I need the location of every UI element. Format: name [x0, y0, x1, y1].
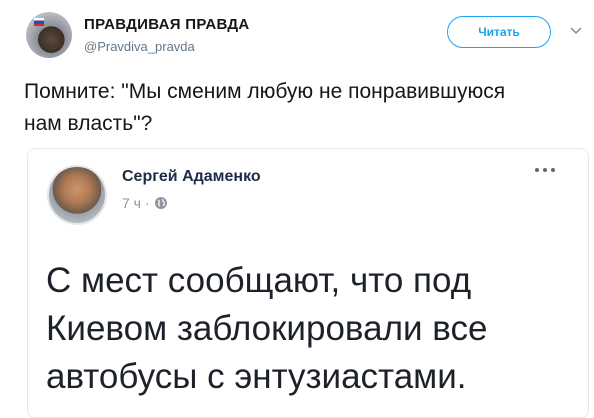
meta-separator: ·	[144, 195, 150, 211]
more-dots-icon[interactable]	[532, 165, 558, 175]
author-avatar[interactable]	[26, 12, 72, 58]
quoted-post-meta: 7 ч ·	[122, 195, 168, 211]
quoted-post-card[interactable]: Сергей Адаменко 7 ч · С мест сообщают, ч…	[27, 148, 589, 418]
flag-icon	[34, 18, 44, 26]
tweet-header: ПРАВДИВАЯ ПРАВДА @Pravdiva_pravda Читать	[20, 10, 590, 62]
author-name[interactable]: ПРАВДИВАЯ ПРАВДА	[84, 16, 250, 33]
chevron-down-icon[interactable]	[569, 26, 583, 36]
follow-button[interactable]: Читать	[447, 16, 551, 48]
quoted-post-text: С мест сообщают, что под Киевом заблокир…	[46, 261, 488, 396]
globe-icon	[154, 197, 167, 209]
author-handle[interactable]: @Pravdiva_pravda	[84, 39, 195, 54]
quoted-author-name[interactable]: Сергей Адаменко	[122, 168, 261, 186]
post-time[interactable]: 7 ч	[122, 195, 141, 211]
quoted-author-avatar[interactable]	[47, 165, 107, 225]
tweet-text: Помните: "Мы сменим любую не понравившую…	[24, 80, 506, 135]
